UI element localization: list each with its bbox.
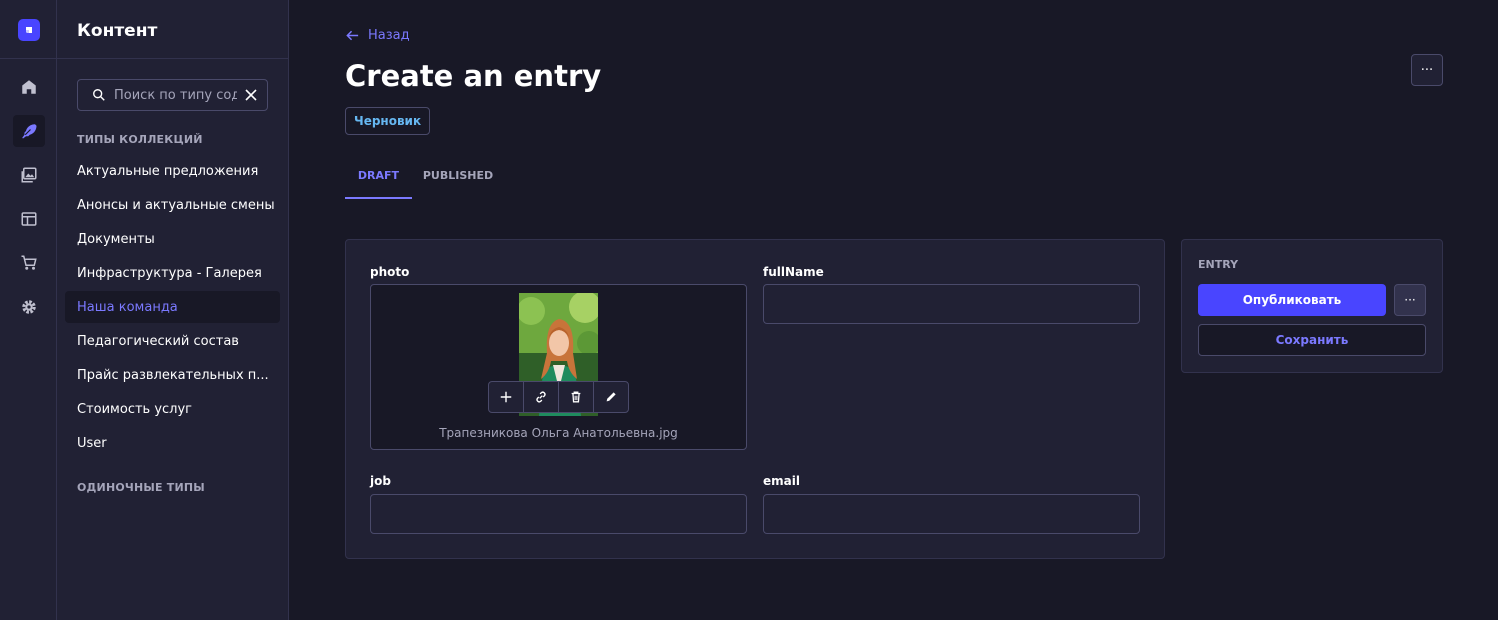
main-nav-rail <box>0 0 57 620</box>
add-media-button[interactable] <box>488 381 524 413</box>
job-field[interactable] <box>370 494 747 534</box>
sidebar-item-offers[interactable]: Актуальные предложения <box>65 155 280 187</box>
publish-button[interactable]: Опубликовать <box>1198 284 1386 316</box>
tab-published[interactable]: PUBLISHED <box>412 160 504 199</box>
rail-item-media-library[interactable] <box>13 159 45 191</box>
collection-types-heading: ТИПЫ КОЛЛЕКЦИЙ <box>77 133 203 146</box>
back-link[interactable]: Назад <box>345 28 410 43</box>
sidebar-item-documents[interactable]: Документы <box>65 223 280 255</box>
email-field[interactable] <box>763 494 1140 534</box>
home-icon <box>22 80 36 94</box>
sidebar-search <box>77 79 268 111</box>
tab-draft[interactable]: DRAFT <box>345 160 412 199</box>
app-root: Контент ТИПЫ КОЛЛЕКЦИЙ Актуальные предло… <box>0 0 1498 620</box>
save-button[interactable]: Сохранить <box>1198 324 1426 356</box>
page-title: Create an entry <box>345 59 602 93</box>
rail-item-home[interactable] <box>13 71 45 103</box>
sidebar-item-our-team[interactable]: Наша команда <box>65 291 280 323</box>
copy-link-button[interactable] <box>523 381 559 413</box>
single-types-heading[interactable]: ОДИНОЧНЫЕ ТИПЫ <box>77 481 205 494</box>
link-icon <box>536 391 546 403</box>
email-label: email <box>763 474 800 488</box>
photo-label: photo <box>370 265 410 279</box>
plus-icon <box>500 391 512 403</box>
gear-icon <box>22 300 36 314</box>
sidebar-title: Контент <box>77 21 158 41</box>
job-label: job <box>370 474 391 488</box>
entry-more-button[interactable]: ··· <box>1394 284 1426 316</box>
delete-media-button[interactable] <box>558 381 594 413</box>
media-library-icon <box>21 167 37 183</box>
cart-icon <box>21 255 37 270</box>
more-actions-button[interactable]: ··· <box>1411 54 1443 86</box>
fullname-label: fullName <box>763 265 824 279</box>
feather-icon <box>22 124 37 139</box>
pencil-icon <box>606 392 616 402</box>
entry-panel-label: ENTRY <box>1198 258 1239 271</box>
sidebar-divider <box>57 58 288 59</box>
sidebar-item-service-prices[interactable]: Стоимость услуг <box>65 393 280 425</box>
arrow-left-icon <box>346 30 359 41</box>
rail-divider <box>0 58 57 59</box>
content-sidebar: Контент ТИПЫ КОЛЛЕКЦИЙ Актуальные предло… <box>57 0 289 620</box>
trash-icon <box>571 391 581 403</box>
layout-icon <box>21 212 37 226</box>
close-icon[interactable] <box>243 87 259 103</box>
sidebar-item-announcements[interactable]: Анонсы и актуальные смены <box>65 189 280 221</box>
fullname-field[interactable] <box>763 284 1140 324</box>
sidebar-item-teaching-staff[interactable]: Педагогический состав <box>65 325 280 357</box>
search-input[interactable] <box>114 87 237 103</box>
rail-item-content-manager[interactable] <box>13 115 45 147</box>
edit-media-button[interactable] <box>593 381 629 413</box>
logo-icon <box>26 27 32 33</box>
status-badge: Черновик <box>345 107 431 135</box>
back-label: Назад <box>368 28 410 43</box>
strapi-logo[interactable] <box>18 19 40 41</box>
search-icon <box>93 89 105 101</box>
rail-item-settings[interactable] <box>13 291 45 323</box>
sidebar-item-entertainment-prices[interactable]: Прайс развлекательных п... <box>65 359 280 391</box>
photo-filename: Трапезникова Ольга Анатольевна.jpg <box>439 426 678 440</box>
sidebar-item-user[interactable]: User <box>65 427 280 459</box>
rail-item-content-type-builder[interactable] <box>13 203 45 235</box>
rail-item-marketplace[interactable] <box>13 247 45 279</box>
media-actions <box>488 381 629 413</box>
sidebar-item-infrastructure-gallery[interactable]: Инфраструктура - Галерея <box>65 257 280 289</box>
